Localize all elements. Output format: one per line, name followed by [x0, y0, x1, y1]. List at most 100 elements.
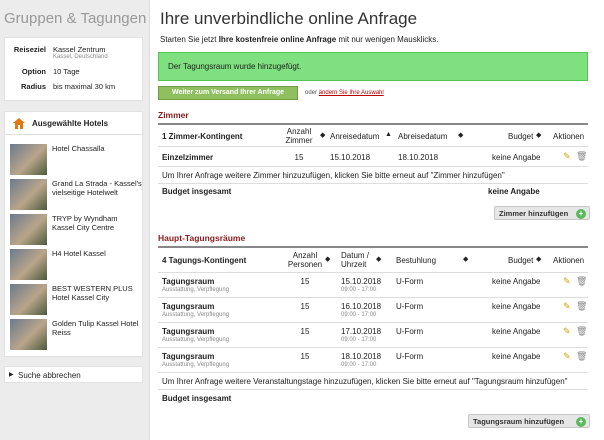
sort-asc-icon[interactable]: ▲ — [385, 131, 392, 138]
hotel-item[interactable]: H4 Hotel Kassel — [10, 249, 140, 282]
hotel-item[interactable]: Grand La Strada - Kassel's vielseitige H… — [10, 179, 142, 212]
edit-icon[interactable]: ✎ — [563, 326, 571, 337]
seating: U-Form — [396, 277, 424, 286]
trash-icon[interactable]: 🗑 — [576, 351, 587, 362]
col-header-sortable[interactable]: Anzahl Zimmer — [282, 127, 316, 145]
intro-post: mit nur wenigen Mausklicks. — [336, 35, 439, 44]
hotel-name[interactable]: Golden Tulip Kassel Hotel Reiss — [52, 319, 142, 337]
person-count: 15 — [300, 352, 310, 361]
plus-icon: + — [576, 417, 586, 427]
hotel-name[interactable]: Hotel Chassalla — [52, 144, 142, 153]
meeting-time: 09:00 - 17:00 — [341, 362, 377, 368]
trash-icon[interactable]: 🗑 — [576, 151, 587, 162]
col-header-sortable[interactable]: Bestuhlung — [396, 256, 436, 265]
search-value: bis maximal 30 km — [53, 82, 116, 91]
budget-value: keine Angabe — [492, 302, 541, 311]
col-header-sortable[interactable]: Budget — [508, 132, 533, 141]
cancel-search-button[interactable]: ▶ Suche abbrechen — [4, 366, 143, 383]
room-name: Einzelzimmer — [162, 153, 214, 162]
edit-icon[interactable]: ✎ — [563, 301, 571, 312]
person-count: 15 — [300, 302, 310, 311]
departure-date: 18.10.2018 — [398, 153, 439, 162]
search-value: 10 Tage — [53, 67, 80, 76]
arrival-date: 15.10.2018 — [330, 153, 371, 162]
col-header: 4 Tagungs-Kontingent — [162, 256, 247, 265]
meeting-room-sub: Ausstattung, Verpflegung — [162, 337, 230, 343]
meeting-date: 15.10.2018 — [341, 277, 382, 286]
hotel-name[interactable]: H4 Hotel Kassel — [52, 249, 142, 258]
add-room-button[interactable]: Zimmer hinzufügen + — [494, 206, 590, 220]
col-header: Aktionen — [553, 132, 585, 141]
hotel-item[interactable]: TRYP by Wyndham Kassel City Centre — [10, 214, 140, 247]
budget-value: keine Angabe — [492, 153, 541, 162]
table-row: Tagungsraum Ausstattung, Verpflegung 15 … — [158, 323, 588, 348]
meeting-time: 09:00 - 17:00 — [341, 287, 377, 293]
budget-total-label: Budget insgesamt — [162, 187, 232, 196]
seating: U-Form — [396, 302, 424, 311]
sort-icon[interactable]: ◆ — [536, 131, 541, 139]
hotel-name[interactable]: TRYP by Wyndham Kassel City Centre — [52, 214, 142, 232]
col-header: Aktionen — [553, 256, 585, 265]
hotel-name[interactable]: BEST WESTERN PLUS Hotel Kassel City — [52, 284, 142, 302]
search-key: Radius — [20, 82, 46, 91]
meeting-time: 09:00 - 17:00 — [341, 337, 377, 343]
col-header-sortable[interactable]: Datum / Uhrzeit — [341, 251, 375, 269]
sort-icon[interactable]: ◆ — [376, 255, 381, 263]
continue-button[interactable]: Weiter zum Versand Ihrer Anfrage — [158, 86, 298, 100]
sort-icon[interactable]: ◆ — [458, 131, 463, 139]
meeting-table-header: 4 Tagungs-Kontingent Anzahl Personen ◆ D… — [158, 248, 588, 273]
hotel-item[interactable]: Hotel Chassalla — [10, 144, 140, 177]
col-header-sortable[interactable]: Anzahl Personen — [286, 251, 324, 269]
budget-value: keine Angabe — [492, 352, 541, 361]
meeting-date: 17.10.2018 — [341, 327, 382, 336]
meeting-room-name: Tagungsraum — [162, 327, 215, 336]
sort-icon[interactable]: ◆ — [320, 131, 325, 139]
meeting-total-row: Budget insgesamt — [158, 390, 588, 406]
selected-hotels-title: Ausgewählte Hotels — [32, 119, 109, 128]
add-meeting-room-button[interactable]: Tagungsraum hinzufügen + — [468, 414, 590, 428]
hotel-name[interactable]: Grand La Strada - Kassel's vielseitige H… — [52, 179, 142, 197]
intro-bold: Ihre kostenfreie online Anfrage — [218, 35, 337, 44]
chevron-right-icon: ▶ — [9, 372, 14, 378]
hotel-thumbnail — [10, 214, 47, 245]
col-header-sortable[interactable]: Anreisedatum — [330, 132, 379, 141]
hotel-item[interactable]: Golden Tulip Kassel Hotel Reiss — [10, 319, 140, 352]
edit-icon[interactable]: ✎ — [563, 351, 571, 362]
add-meeting-room-label: Tagungsraum hinzufügen — [473, 417, 565, 426]
or-text: oder — [305, 90, 318, 96]
budget-value: keine Angabe — [492, 327, 541, 336]
search-sub: Kassel, Deutschland — [53, 54, 108, 60]
sort-icon[interactable]: ◆ — [325, 255, 330, 263]
hotel-item[interactable]: BEST WESTERN PLUS Hotel Kassel City — [10, 284, 140, 317]
sort-icon[interactable]: ◆ — [536, 255, 541, 263]
table-row: Tagungsraum Ausstattung, Verpflegung 15 … — [158, 298, 588, 323]
meeting-room-sub: Ausstattung, Verpflegung — [162, 287, 230, 293]
meeting-room-name: Tagungsraum — [162, 302, 215, 311]
home-icon — [13, 118, 25, 129]
seating: U-Form — [396, 327, 424, 336]
table-row: Tagungsraum Ausstattung, Verpflegung 15 … — [158, 348, 588, 373]
hotel-thumbnail — [10, 284, 47, 315]
trash-icon[interactable]: 🗑 — [576, 276, 587, 287]
sidebar-title: Gruppen & Tagungen — [4, 10, 147, 27]
meeting-rooms-section-title: Haupt-Tagungsräume — [158, 233, 246, 243]
intro-text: Starten Sie jetzt Ihre kostenfreie onlin… — [160, 35, 438, 44]
meeting-room-sub: Ausstattung, Verpflegung — [162, 312, 230, 318]
meeting-date: 18.10.2018 — [341, 352, 382, 361]
col-header-sortable[interactable]: Budget — [508, 256, 533, 265]
col-header: 1 Zimmer-Kontingent — [162, 132, 243, 141]
search-summary: Reiseziel Kassel Zentrum Kassel, Deutsch… — [4, 37, 143, 101]
seating: U-Form — [396, 352, 424, 361]
trash-icon[interactable]: 🗑 — [576, 301, 587, 312]
selected-hotels: Ausgewählte Hotels Hotel Chassalla Grand… — [4, 111, 144, 357]
budget-value: keine Angabe — [492, 277, 541, 286]
edit-icon[interactable]: ✎ — [563, 151, 571, 162]
change-selection-link[interactable]: ändern Sie Ihre Auswahl — [319, 90, 384, 96]
edit-icon[interactable]: ✎ — [563, 276, 571, 287]
hotel-thumbnail — [10, 249, 47, 280]
page-title: Ihre unverbindliche online Anfrage — [160, 9, 418, 28]
trash-icon[interactable]: 🗑 — [576, 326, 587, 337]
col-header-sortable[interactable]: Abreisedatum — [398, 132, 447, 141]
sort-icon[interactable]: ◆ — [463, 255, 468, 263]
success-message: Der Tagungsraum wurde hinzugefügt. — [158, 52, 588, 81]
